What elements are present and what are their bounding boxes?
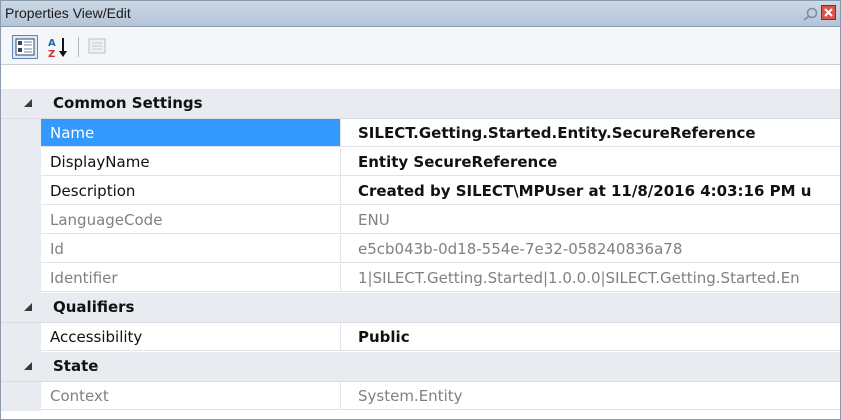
category-row[interactable]: Common Settings: [1, 89, 840, 119]
property-name[interactable]: Id: [41, 235, 341, 263]
category-row[interactable]: Qualifiers: [1, 293, 840, 323]
property-name[interactable]: Name: [41, 119, 341, 147]
properties-window: Properties View/Edit A Z Common Settings…: [0, 0, 841, 420]
close-button[interactable]: [821, 5, 836, 20]
property-name[interactable]: Context: [41, 382, 341, 410]
expanded-triangle-icon[interactable]: [23, 98, 33, 108]
category-label: Qualifiers: [53, 298, 135, 316]
property-value[interactable]: System.Entity: [341, 382, 840, 410]
property-row[interactable]: Context System.Entity: [1, 382, 840, 411]
property-name[interactable]: Identifier: [41, 264, 341, 292]
row-margin: [1, 323, 41, 352]
row-margin: [1, 264, 41, 293]
window-title: Properties View/Edit: [5, 5, 131, 21]
property-value[interactable]: Entity SecureReference: [341, 148, 840, 176]
property-row[interactable]: Accessibility Public: [1, 323, 840, 352]
property-pages-button[interactable]: [85, 35, 109, 59]
pin-icon[interactable]: [803, 6, 819, 21]
svg-text:A: A: [48, 38, 56, 49]
property-row[interactable]: Description Created by SILECT\MPUser at 1…: [1, 177, 840, 206]
property-pages-icon: [88, 38, 106, 54]
expanded-triangle-icon[interactable]: [23, 361, 33, 371]
row-margin: [1, 177, 41, 206]
property-row[interactable]: Identifier 1|SILECT.Getting.Started|1.0.0…: [1, 264, 840, 293]
property-name[interactable]: LanguageCode: [41, 206, 341, 234]
row-margin: [1, 119, 41, 148]
categorized-button[interactable]: [12, 35, 38, 59]
property-row[interactable]: Id e5cb043b-0d18-554e-7e32-058240836a78: [1, 235, 840, 264]
row-margin: [1, 235, 41, 264]
property-name[interactable]: DisplayName: [41, 148, 341, 176]
category-label: State: [53, 357, 99, 375]
property-value[interactable]: ENU: [341, 206, 840, 234]
property-value[interactable]: Public: [341, 323, 840, 351]
property-name[interactable]: Accessibility: [41, 323, 341, 351]
expanded-triangle-icon[interactable]: [23, 302, 33, 312]
sort-az-icon: A Z: [48, 38, 67, 60]
close-icon: [824, 8, 833, 17]
property-value[interactable]: Created by SILECT\MPUser at 11/8/2016 4:…: [341, 177, 840, 205]
property-value[interactable]: 1|SILECT.Getting.Started|1.0.0.0|SILECT.…: [341, 264, 840, 292]
property-row[interactable]: Name SILECT.Getting.Started.Entity.Secure…: [1, 119, 840, 148]
property-value[interactable]: SILECT.Getting.Started.Entity.SecureRefe…: [341, 119, 840, 147]
categorized-icon: [15, 38, 35, 56]
property-row[interactable]: LanguageCode ENU: [1, 206, 840, 235]
toolbar: A Z: [1, 27, 840, 65]
property-value[interactable]: e5cb043b-0d18-554e-7e32-058240836a78: [341, 235, 840, 263]
svg-text:Z: Z: [48, 49, 55, 59]
title-bar[interactable]: Properties View/Edit: [1, 1, 840, 27]
alphabetical-button[interactable]: A Z: [46, 35, 70, 60]
category-row[interactable]: State: [1, 352, 840, 382]
property-grid: Common Settings Name SILECT.Getting.Starte…: [1, 89, 840, 411]
property-row[interactable]: DisplayName Entity SecureReference: [1, 148, 840, 177]
toolbar-separator: [78, 37, 79, 57]
category-label: Common Settings: [53, 94, 203, 112]
row-margin: [1, 206, 41, 235]
row-margin: [1, 382, 41, 411]
row-margin: [1, 148, 41, 177]
property-name[interactable]: Description: [41, 177, 341, 205]
